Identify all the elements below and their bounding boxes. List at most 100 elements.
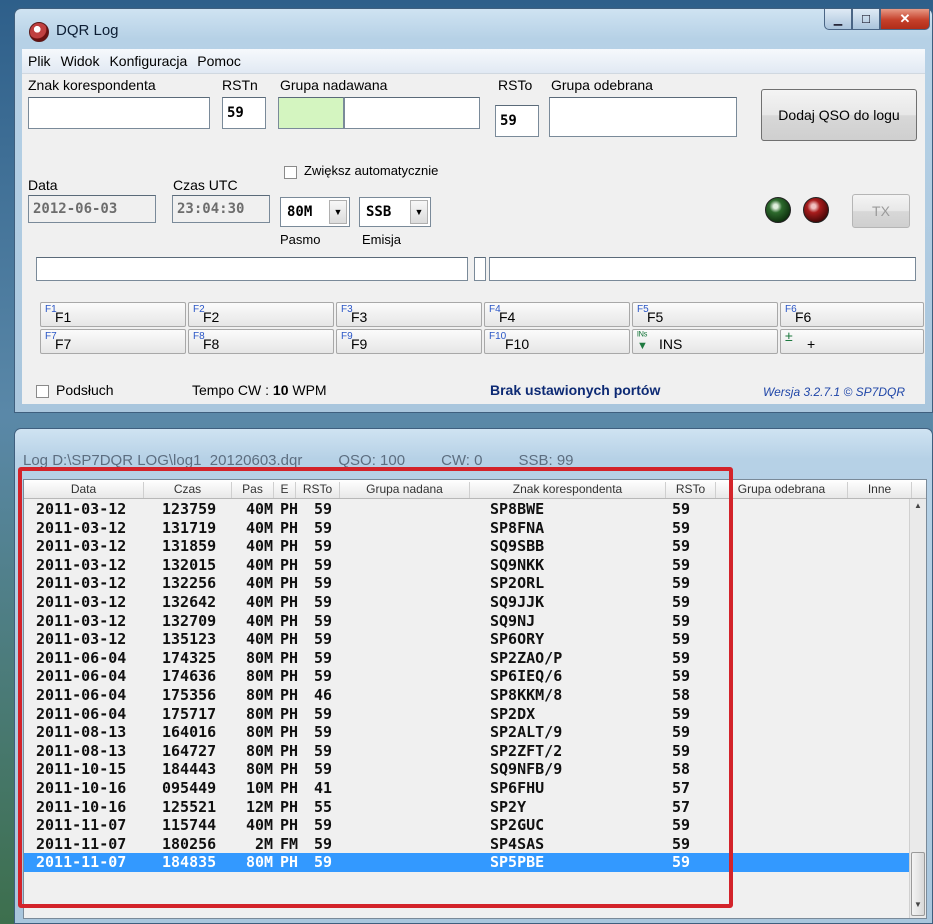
monitor-checkbox[interactable] [36,385,49,398]
col-rst-recv[interactable]: RSTo [666,482,716,498]
minimize-button[interactable]: ▁ [824,9,852,30]
col-mode[interactable]: E [274,482,296,498]
table-row[interactable]: 2011-03-12 123759 40M PH 59 SP8BWE 59 [24,500,912,519]
ins-button[interactable]: ᴵᴺˢ ▼ INS [632,329,778,354]
version-label: Wersja 3.2.7.1 © SP7DQR [763,385,906,399]
tx-button[interactable]: TX [852,194,910,228]
message-field-left[interactable] [36,257,468,281]
close-button[interactable]: ✕ [880,9,930,30]
ins-arrow-icon: ᴵᴺˢ ▼ [637,330,648,352]
col-rst-sent[interactable]: RSTo [296,482,340,498]
f10-button[interactable]: F10 F10 [484,329,630,354]
table-row[interactable]: 2011-03-12 131719 40M PH 59 SP8FNA 59 [24,519,912,538]
col-sent-group[interactable]: Grupa nadana [340,482,470,498]
table-row[interactable]: 2011-10-16 095449 10M PH 41 SP6FHU 57 [24,779,912,798]
message-field-right[interactable] [489,257,916,281]
recv-group-input[interactable] [549,97,737,137]
rstn-input[interactable]: 59 [222,97,266,129]
cell-rst-s: 59 [314,704,333,723]
table-row[interactable]: 2011-10-15 184443 80M PH 59 SQ9NFB/9 58 [24,760,912,779]
cell-date: 2011-03-12 [36,630,127,649]
f7-button[interactable]: F7 F7 [40,329,186,354]
menu-konfiguracja[interactable]: Konfiguracja [109,53,187,69]
f8-button[interactable]: F8 F8 [188,329,334,354]
log-table[interactable]: Data Czas Pas E RSTo Grupa nadana Znak k… [23,479,927,919]
window-title: DQR Log [56,22,119,39]
col-recv-group[interactable]: Grupa odebrana [716,482,848,498]
main-window: DQR Log ▁ ☐ ✕ Plik Widok Konfiguracja Po… [14,8,933,413]
col-time[interactable]: Czas [144,482,232,498]
cell-time: 095449 [162,778,217,797]
table-row[interactable]: 2011-03-12 132015 40M PH 59 SQ9NKK 59 [24,556,912,575]
f2-button[interactable]: F2 F2 [188,302,334,327]
menu-widok[interactable]: Widok [61,53,100,69]
f4-button[interactable]: F4 F4 [484,302,630,327]
table-row[interactable]: 2011-06-04 174636 80M PH 59 SP6IEQ/6 59 [24,667,912,686]
mode-select[interactable]: SSB ▼ [359,197,431,227]
table-row[interactable]: 2011-03-12 135123 40M PH 59 SP6ORY 59 [24,630,912,649]
table-row[interactable]: 2011-03-12 132256 40M PH 59 SP2ORL 59 [24,574,912,593]
cell-mode: PH [280,592,299,611]
table-row[interactable]: 2011-06-04 175356 80M PH 46 SP8KKM/8 58 [24,686,912,705]
f9-button[interactable]: F9 F9 [336,329,482,354]
maximize-icon: ☐ [861,13,871,26]
f1-button[interactable]: F1 F1 [40,302,186,327]
col-date[interactable]: Data [24,482,144,498]
cell-rst-s: 59 [314,648,333,667]
time-label: Czas UTC [173,177,238,193]
auto-increment-checkbox[interactable] [284,166,297,179]
menu-pomoc[interactable]: Pomoc [197,53,241,69]
title-bar[interactable]: DQR Log ▁ ☐ ✕ [15,9,932,49]
f3-button[interactable]: F3 F3 [336,302,482,327]
table-row[interactable]: 2011-08-13 164727 80M PH 59 SP2ZFT/2 59 [24,742,912,761]
col-band[interactable]: Pas [232,482,274,498]
cell-date: 2011-11-07 [36,853,127,872]
band-select[interactable]: 80M ▼ [280,197,350,227]
date-field[interactable]: 2012-06-03 [28,195,156,223]
table-row[interactable]: 2011-06-04 175717 80M PH 59 SP2DX 59 [24,705,912,724]
cell-rst-s: 59 [314,611,333,630]
message-splitter[interactable] [474,257,486,281]
f5-button[interactable]: F5 F5 [632,302,778,327]
cell-time: 115744 [162,816,217,835]
cell-call: SP8KKM/8 [490,685,563,704]
cell-rst-r: 59 [672,704,691,723]
cell-band: 40M [246,518,274,537]
callsign-input[interactable] [28,97,210,129]
table-row[interactable]: 2011-03-12 132642 40M PH 59 SQ9JJK 59 [24,593,912,612]
cell-mode: PH [280,611,299,630]
table-row[interactable]: 2011-06-04 174325 80M PH 59 SP2ZAO/P 59 [24,649,912,668]
plus-button[interactable]: ± + [780,329,924,354]
f6-button[interactable]: F6 F6 [780,302,924,327]
vertical-scrollbar[interactable]: ▲ ▼ [909,499,926,918]
cell-time: 184443 [162,760,217,779]
table-row[interactable]: 2011-03-12 131859 40M PH 59 SQ9SBB 59 [24,537,912,556]
rsto-input[interactable]: 59 [495,105,539,137]
table-row[interactable]: 2011-03-12 132709 40M PH 59 SQ9NJ 59 [24,612,912,631]
cell-call: SP5PBE [490,853,545,872]
col-other[interactable]: Inne [848,482,912,498]
table-row[interactable]: 2011-11-07 184835 80M PH 59 SP5PBE 59 [24,853,912,872]
menu-plik[interactable]: Plik [28,53,51,69]
sent-group-input[interactable] [344,97,480,129]
sent-group-number-input[interactable] [278,97,344,129]
table-row[interactable]: 2011-10-16 125521 12M PH 55 SP2Y 57 [24,798,912,817]
cell-rst-r: 59 [672,723,691,742]
cell-call: SP8BWE [490,500,545,518]
col-callsign[interactable]: Znak korespondenta [470,482,666,498]
minimize-icon: ▁ [833,13,843,26]
table-row[interactable]: 2011-11-07 180256 2M FM 59 SP4SAS 59 [24,835,912,854]
cell-band: 80M [246,685,274,704]
scroll-down-icon[interactable]: ▼ [910,900,926,916]
add-qso-button[interactable]: Dodaj QSO do logu [761,89,917,141]
scroll-up-icon[interactable]: ▲ [910,501,926,517]
cell-rst-s: 59 [314,630,333,649]
cell-date: 2011-03-12 [36,555,127,574]
maximize-button[interactable]: ☐ [852,9,880,30]
cell-rst-s: 59 [314,574,333,593]
table-row[interactable]: 2011-08-13 164016 80M PH 59 SP2ALT/9 59 [24,723,912,742]
cell-call: SP6IEQ/6 [490,667,563,686]
time-field[interactable]: 23:04:30 [172,195,270,223]
cell-rst-r: 58 [672,760,691,779]
table-row[interactable]: 2011-11-07 115744 40M PH 59 SP2GUC 59 [24,816,912,835]
